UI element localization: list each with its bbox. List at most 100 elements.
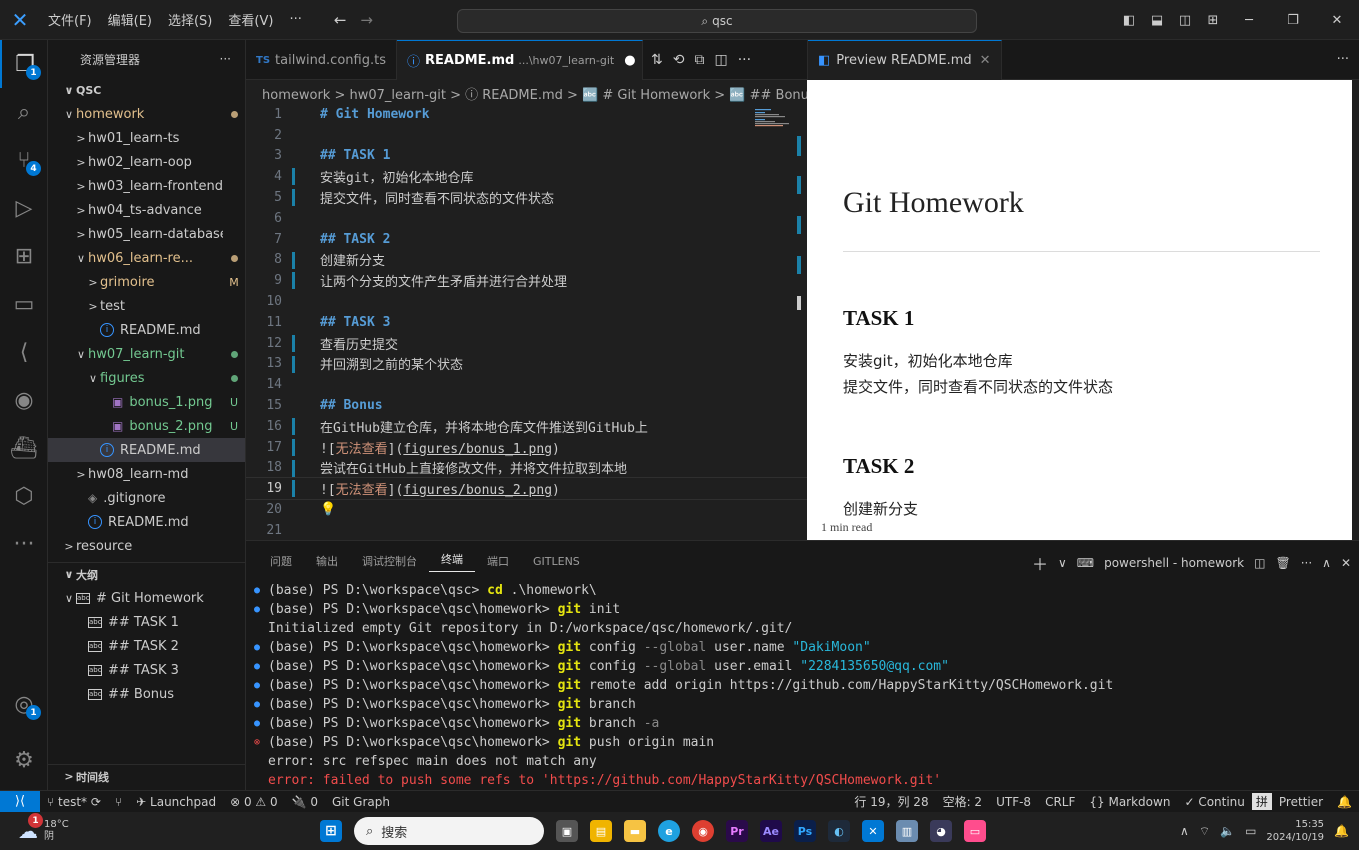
tree-item[interactable]: > hw01_learn-ts — [48, 126, 245, 150]
tab-preview-readme[interactable]: ◧ Preview README.md ✕ — [808, 39, 1002, 80]
tree-item[interactable]: ∨ figures — [48, 366, 245, 390]
chrome-icon[interactable]: ◉ — [692, 820, 714, 842]
docker-icon[interactable]: ⛴ — [0, 424, 48, 472]
command-center-search[interactable]: ⌕ qsc — [457, 9, 977, 33]
toggle-panel-icon[interactable]: ⬓ — [1143, 13, 1171, 28]
terminal-output[interactable]: ● (base) PS D:\workspace\qsc> cd .\homewo… — [254, 581, 1354, 790]
gitlens-compare-icon[interactable]: ⇅ — [651, 52, 663, 68]
notifications-bell-icon[interactable]: 🔔 — [1330, 795, 1359, 809]
tree-item[interactable]: > hw04_ts-advance — [48, 198, 245, 222]
branch-status[interactable]: ⑂ test* ⟳ — [40, 795, 108, 809]
menu-item[interactable]: 编辑(E) — [100, 10, 160, 29]
store-icon[interactable]: ▤ — [590, 820, 612, 842]
tree-item[interactable]: i README.md — [48, 318, 245, 342]
chevron-down-icon[interactable]: ∨ — [1058, 556, 1067, 570]
terminal-name[interactable]: powershell - homework — [1104, 556, 1244, 570]
outline-item[interactable]: abc ## TASK 3 — [48, 658, 245, 682]
restore-button[interactable]: ❐ — [1271, 13, 1315, 28]
workspace-root[interactable]: ∨ QSC — [48, 78, 245, 102]
tab-readme[interactable]: ⓘ README.md ...\hw07_learn-git ● — [396, 40, 643, 80]
tree-item[interactable]: i README.md — [48, 438, 245, 462]
edge-icon[interactable]: e — [658, 820, 680, 842]
panel-tab[interactable]: GITLENS — [521, 555, 592, 568]
problems-status[interactable]: ⊗ 0 ⚠ 0 — [223, 795, 285, 809]
outline-header[interactable]: ∨ 大纲 — [48, 562, 245, 586]
search-view-icon[interactable]: ⌕ — [0, 88, 48, 136]
panel-tab[interactable]: 端口 — [475, 553, 521, 569]
split-terminal-icon[interactable]: ◫ — [1254, 556, 1265, 570]
remote-indicator-icon[interactable]: ⟩⟨ — [0, 790, 40, 813]
taskbar-search[interactable]: ⌕ 搜索 — [354, 817, 544, 845]
new-terminal-icon[interactable]: ＋ — [1032, 551, 1048, 575]
more-views-icon[interactable]: ··· — [0, 520, 48, 568]
gitlens-icon[interactable]: ⟨ — [0, 328, 48, 376]
app-cat-icon[interactable]: ◕ — [930, 820, 952, 842]
markdown-preview[interactable]: Git Homework TASK 1 安装git，初始化本地仓库 提交文件，同… — [807, 80, 1352, 540]
outline-item[interactable]: abc ## TASK 2 — [48, 634, 245, 658]
split-editor-icon[interactable]: ◫ — [714, 52, 727, 68]
tree-item[interactable]: ∨ homework — [48, 102, 245, 126]
panel-tab[interactable]: 调试控制台 — [350, 553, 429, 569]
menu-item[interactable]: 选择(S) — [160, 10, 220, 29]
maximize-panel-icon[interactable]: ∧ — [1322, 556, 1331, 570]
more-actions-icon[interactable]: ··· — [1337, 52, 1349, 67]
git-graph-button[interactable]: Git Graph — [325, 795, 397, 809]
outline-item[interactable]: abc ## TASK 1 — [48, 610, 245, 634]
tree-item[interactable]: > hw02_learn-oop — [48, 150, 245, 174]
remote-explorer-icon[interactable]: ▭ — [0, 280, 48, 328]
end-of-line[interactable]: CRLF — [1038, 795, 1082, 809]
language-mode[interactable]: {} Markdown — [1082, 795, 1177, 809]
account-icon[interactable]: ◎ 1 — [0, 680, 48, 728]
more-icon[interactable]: ··· — [1301, 556, 1312, 570]
kubernetes-icon[interactable]: ⬡ — [0, 472, 48, 520]
prettier-status[interactable]: Prettier — [1272, 795, 1330, 809]
launchpad-status[interactable]: ✈ Launchpad — [129, 795, 223, 809]
gitlens-icon[interactable]: ⑂ — [108, 795, 129, 809]
wifi-icon[interactable]: ⌔ — [1199, 824, 1210, 839]
tree-item[interactable]: > hw03_learn-frontend — [48, 174, 245, 198]
tree-item[interactable]: > grimoire M — [48, 270, 245, 294]
tree-item[interactable]: ∨ hw07_learn-git — [48, 342, 245, 366]
unsaved-dot-icon[interactable]: ● — [624, 53, 635, 68]
photoshop-icon[interactable]: Ps — [794, 820, 816, 842]
notification-icon[interactable]: 🔔 — [1334, 824, 1349, 838]
tree-item[interactable]: ▣ bonus_2.png U — [48, 414, 245, 438]
task-view-icon[interactable]: ▣ — [556, 820, 578, 842]
menu-item[interactable]: ··· — [281, 12, 309, 27]
app-chart-icon[interactable]: ▥ — [896, 820, 918, 842]
encoding[interactable]: UTF-8 — [989, 795, 1038, 809]
premiere-icon[interactable]: Pr — [726, 820, 748, 842]
explorer-more-button[interactable]: ··· — [220, 52, 231, 66]
extensions-icon[interactable]: ⊞ — [0, 232, 48, 280]
explorer-icon[interactable]: ❐ 1 — [0, 40, 48, 88]
tree-item[interactable]: ∨ hw06_learn-re... — [48, 246, 245, 270]
customize-layout-icon[interactable]: ⊞ — [1199, 13, 1227, 28]
tree-item[interactable]: ◈ .gitignore — [48, 486, 245, 510]
tree-item[interactable]: > resource — [48, 534, 245, 558]
timeline-icon[interactable]: ⟲ — [673, 52, 685, 68]
tree-item[interactable]: > hw05_learn-database — [48, 222, 245, 246]
outline-item[interactable]: ∨ abc # Git Homework — [48, 586, 245, 610]
code-editor[interactable]: 1 # Git Homework 2 3 ## TASK 1 4 安装git，初始化本地仓库… — [246, 104, 807, 540]
tree-item[interactable]: > test — [48, 294, 245, 318]
back-arrow-icon[interactable]: ← — [334, 11, 347, 29]
clock[interactable]: 15:35 2024/10/19 — [1266, 818, 1324, 844]
menu-item[interactable]: 文件(F) — [40, 10, 100, 29]
battery-icon[interactable]: ▭ — [1245, 824, 1256, 838]
weather-widget[interactable]: ☁ 1 18°C 阴 — [0, 813, 69, 843]
tree-item[interactable]: i README.md — [48, 510, 245, 534]
tab-tailwind-config[interactable]: TS tailwind.config.ts — [246, 40, 397, 80]
bilibili-icon[interactable]: ▭ — [964, 820, 986, 842]
close-window-button[interactable]: ✕ — [1315, 13, 1359, 28]
tree-item[interactable]: ▣ bonus_1.png U — [48, 390, 245, 414]
panel-tab[interactable]: 输出 — [304, 553, 350, 569]
ports-status[interactable]: 🔌 0 — [285, 795, 325, 809]
tree-item[interactable]: > hw08_learn-md — [48, 462, 245, 486]
open-preview-icon[interactable]: ⧉ — [694, 52, 704, 68]
tray-expand-icon[interactable]: ∧ — [1180, 824, 1189, 838]
outline-item[interactable]: abc ## Bonus — [48, 682, 245, 706]
more-actions-icon[interactable]: ··· — [738, 52, 751, 68]
panel-tab[interactable]: 终端 — [429, 551, 475, 572]
cursor-position[interactable]: 行 19，列 28 — [847, 793, 935, 810]
minimap[interactable] — [753, 108, 793, 128]
